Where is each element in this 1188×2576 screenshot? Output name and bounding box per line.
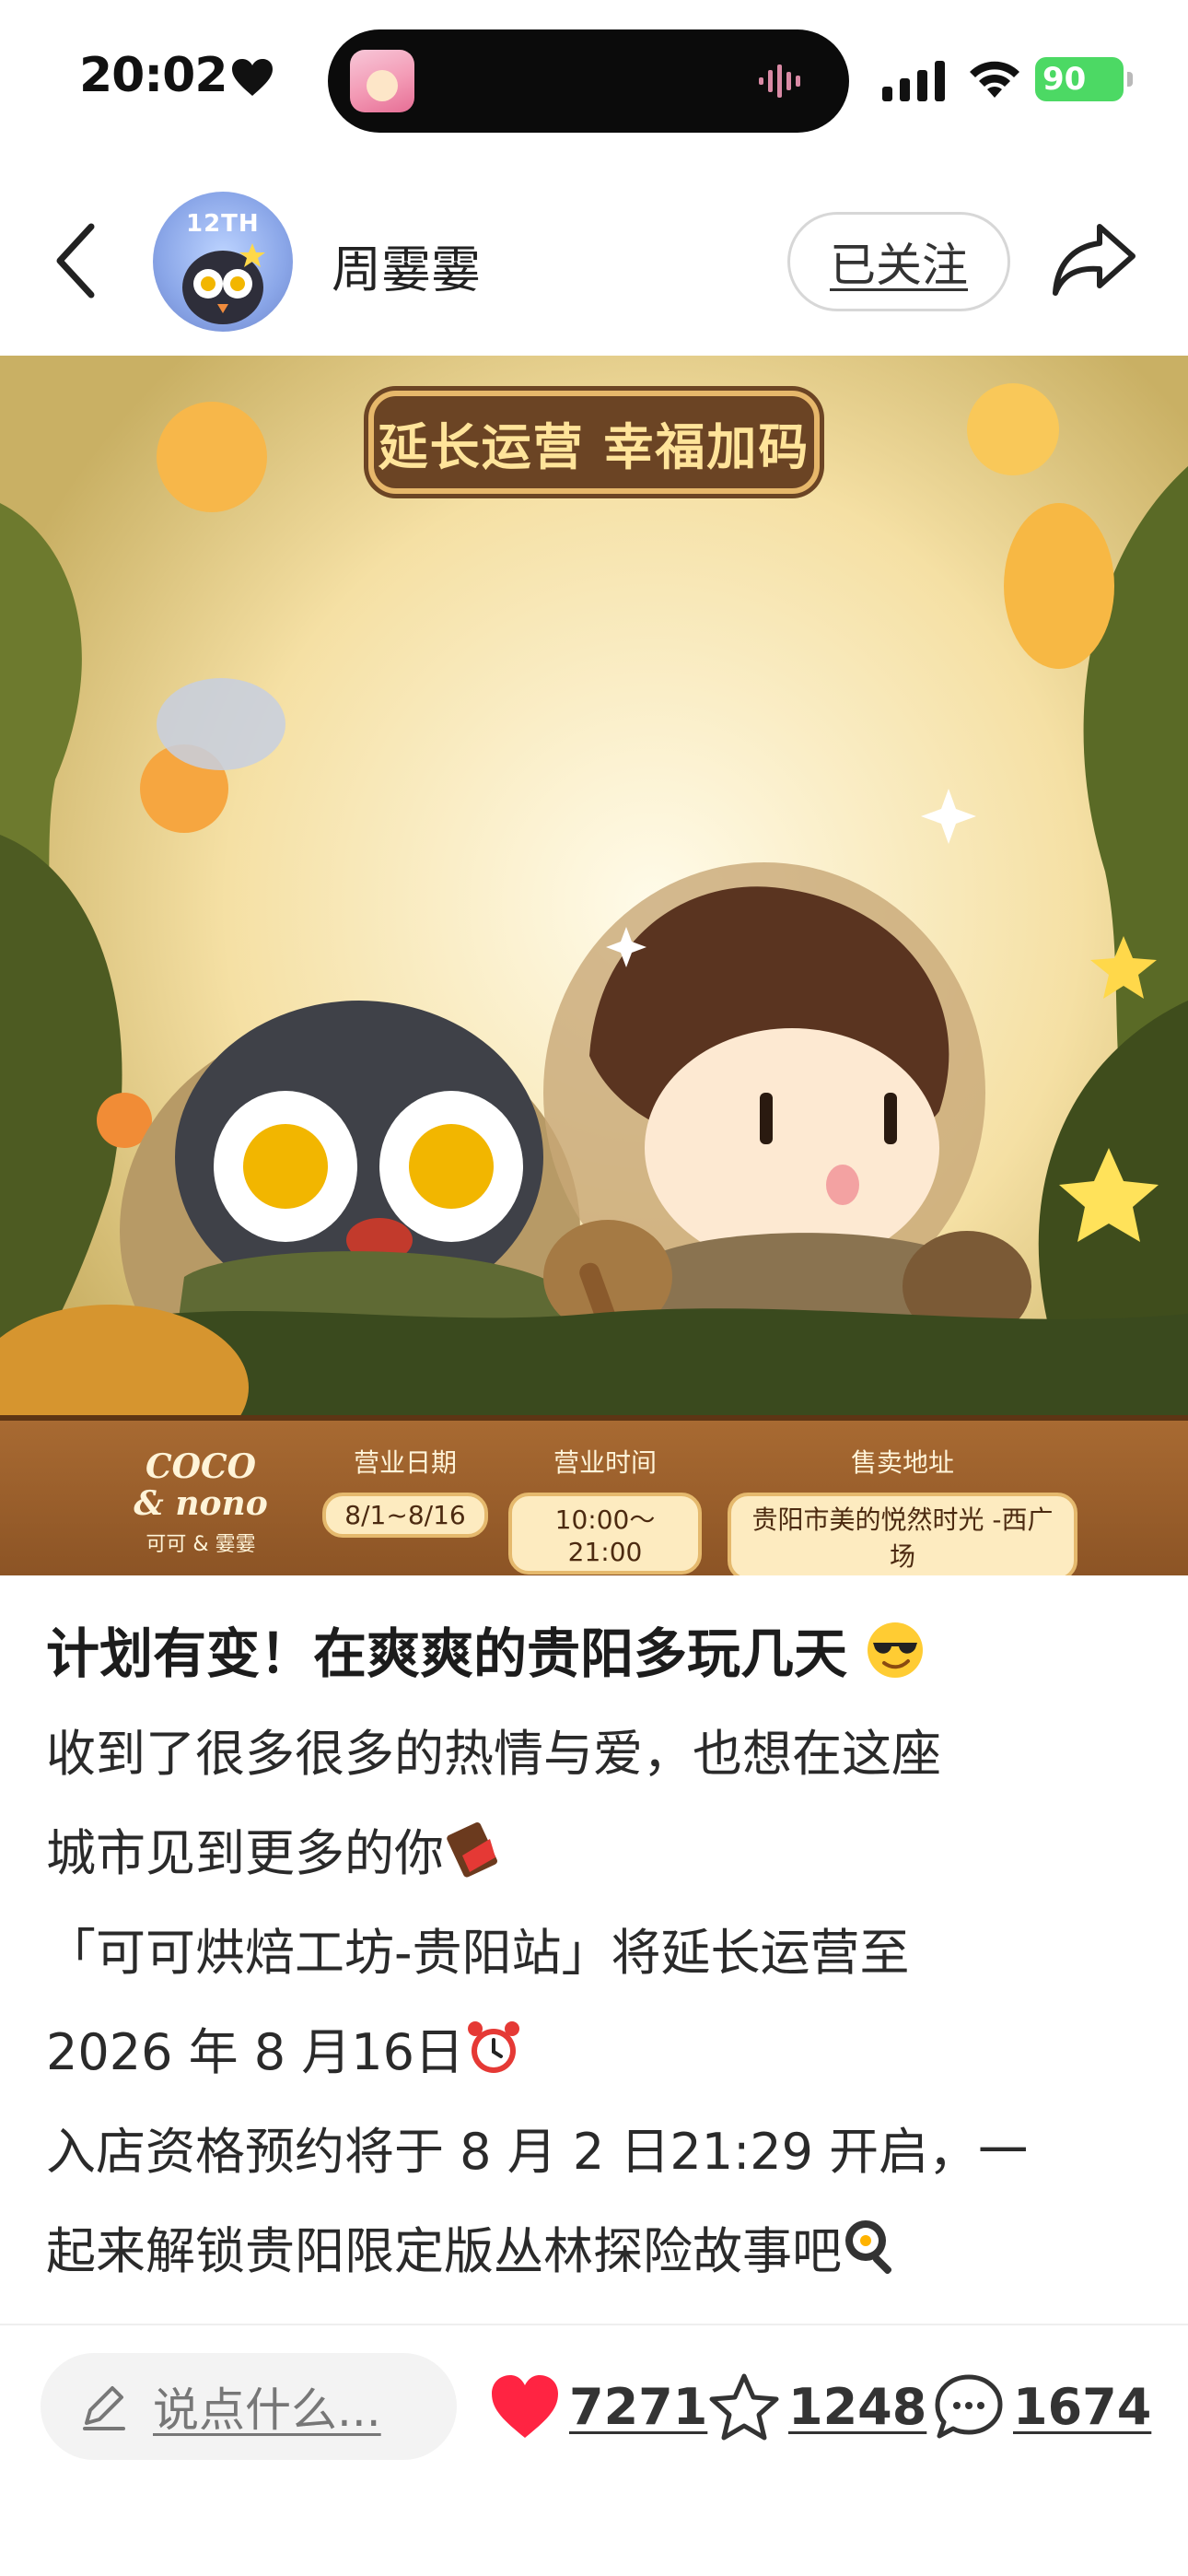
post-title-text: 计划有变！在爽爽的贵阳多玩几天 [46, 1622, 848, 1685]
info-label: 营业时间 [553, 1447, 657, 1478]
post-header: 12TH 周霎霎 已关注 [0, 175, 1188, 350]
comment-count: 1674 [1013, 2377, 1152, 2436]
post-content: 计划有变！在爽爽的贵阳多玩几天 收到了很多很多的热情与爱，也想在这座 城市见到更… [46, 1603, 1151, 2301]
back-button[interactable] [48, 219, 103, 302]
avatar[interactable]: 12TH [153, 192, 293, 332]
info-business-hours: 营业时间 10:00～21:00 [508, 1443, 702, 1575]
chevron-left-icon [56, 223, 95, 299]
comment-input[interactable]: 说点什么... [41, 2353, 457, 2460]
follow-button[interactable]: 已关注 [787, 212, 1010, 311]
info-label: 营业日期 [353, 1447, 457, 1478]
pencil-icon [83, 2386, 125, 2430]
frying-pan-emoji-icon [845, 2220, 892, 2275]
info-value: 8/1~8/16 [322, 1493, 488, 1538]
like-button[interactable]: 7271 [488, 2370, 707, 2443]
star-icon [709, 2373, 779, 2441]
comment-placeholder: 说点什么... [153, 2383, 381, 2437]
post-line: 收到了很多很多的热情与爱，也想在这座 [46, 1725, 941, 1783]
battery-indicator: 90 [1035, 57, 1133, 101]
post-title: 计划有变！在爽爽的贵阳多玩几天 [46, 1603, 1151, 1704]
info-address: 售卖地址 贵阳市美的悦然时光 -西广场 [728, 1443, 1077, 1575]
comment-button[interactable]: 1674 [932, 2370, 1151, 2443]
poster-illustration [0, 356, 1188, 1575]
status-bar: 20:02 90 [0, 0, 1188, 161]
favorite-button[interactable]: 1248 [707, 2370, 926, 2443]
audio-wave-icon [759, 64, 800, 98]
info-business-date: 营业日期 8/1~8/16 [318, 1443, 493, 1538]
heart-icon [232, 59, 273, 96]
post-image[interactable]: 延长运营 幸福加码 COCO & nono 可可 & 霎霎 营业日期 8/1~8… [0, 356, 1188, 1575]
post-line: 「可可烘焙工坊-贵阳站」将延长运营至 [46, 1924, 910, 1982]
share-button[interactable] [1050, 219, 1138, 302]
post-line-text: 2026 年 8 月16日 [46, 2023, 464, 2081]
favorite-count: 1248 [788, 2377, 927, 2436]
like-count: 7271 [569, 2377, 708, 2436]
heart-icon [492, 2375, 558, 2438]
post-line: 起来解锁贵阳限定版丛林探险故事吧 [46, 2202, 1151, 2301]
alarm-clock-emoji-icon [468, 2021, 519, 2073]
brand-logo-line-1: COCO [145, 1447, 257, 1486]
post-line: 2026 年 8 月16日 [46, 2003, 1151, 2102]
chocolate-bar-emoji-icon [447, 1821, 497, 1878]
share-icon [1053, 224, 1136, 296]
bottom-action-bar: 说点什么... 7271 1248 1674 [0, 2325, 1188, 2576]
brand-subtitle: 可可 & 霎霎 [146, 1533, 256, 1556]
author-name[interactable]: 周霎霎 [332, 228, 481, 301]
sunglasses-emoji-icon [868, 1622, 924, 1678]
post-line: 入店资格预约将于 8 月 2 日21:29 开启，一 [46, 2123, 1029, 2181]
penguin-avatar-image [182, 243, 265, 324]
cellular-signal-icon [882, 61, 945, 101]
status-time: 20:02 [79, 48, 228, 103]
info-value: 贵阳市美的悦然时光 -西广场 [728, 1493, 1077, 1575]
info-label: 售卖地址 [850, 1447, 954, 1478]
brand-logo: COCO & nono 可可 & 霎霎 [109, 1448, 293, 1557]
poster-info-bar: COCO & nono 可可 & 霎霎 营业日期 8/1~8/16 营业时间 1… [0, 1415, 1188, 1575]
chat-bubble-icon [935, 2374, 1003, 2439]
brand-logo-line-2: & nono [134, 1484, 268, 1523]
info-value: 10:00～21:00 [508, 1493, 702, 1575]
post-line: 城市见到更多的你 [46, 1804, 1151, 1903]
poster-banner: 延长运营 幸福加码 [368, 391, 820, 494]
post-line-text: 起来解锁贵阳限定版丛林探险故事吧 [46, 2222, 842, 2280]
dynamic-island[interactable] [328, 29, 849, 133]
wifi-icon [970, 61, 1019, 98]
post-line-text: 城市见到更多的你 [46, 1824, 444, 1882]
now-playing-thumbnail[interactable] [350, 50, 414, 112]
post-body: 收到了很多很多的热情与爱，也想在这座 城市见到更多的你 「可可烘焙工坊-贵阳站」… [46, 1704, 1151, 2301]
